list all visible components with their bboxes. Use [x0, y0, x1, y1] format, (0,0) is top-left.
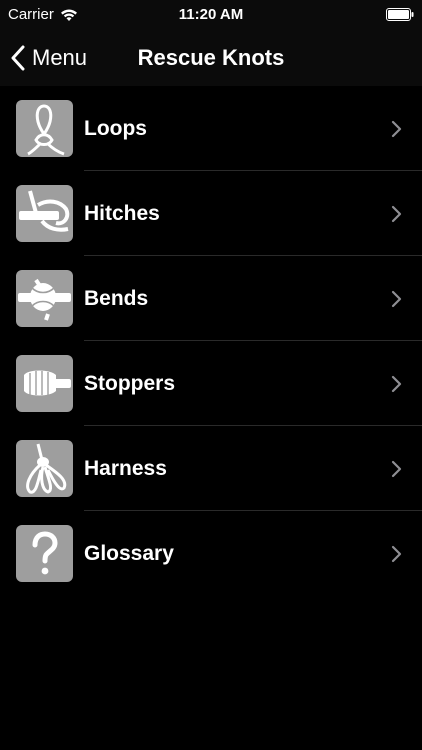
list-item-label: Loops [84, 117, 147, 140]
hitch-knot-icon [16, 185, 73, 242]
chevron-right-icon [391, 375, 402, 393]
chevron-right-icon [391, 205, 402, 223]
chevron-right-icon [391, 545, 402, 563]
bend-knot-icon [16, 270, 73, 327]
list-item-glossary[interactable]: Glossary [0, 511, 422, 596]
list-item-bends[interactable]: Bends [0, 256, 422, 341]
battery-icon [386, 8, 414, 21]
loop-knot-icon [16, 100, 73, 157]
chevron-right-icon [391, 460, 402, 478]
status-bar: Carrier 11:20 AM [0, 0, 422, 30]
list-item-label: Harness [84, 457, 167, 480]
harness-knot-icon [16, 440, 73, 497]
status-time: 11:20 AM [178, 6, 244, 23]
list-item-loops[interactable]: Loops [0, 86, 422, 171]
list-item-label: Bends [84, 287, 149, 310]
list-item-label: Glossary [84, 542, 174, 565]
knot-category-list: Loops Hitches Bends Stoppers Harness Glo… [0, 86, 422, 596]
chevron-right-icon [391, 290, 402, 308]
chevron-right-icon [391, 120, 402, 138]
stopper-knot-icon [16, 355, 73, 412]
page-title: Rescue Knots [137, 45, 285, 70]
list-item-label: Stoppers [84, 372, 176, 395]
list-item-harness[interactable]: Harness [0, 426, 422, 511]
question-mark-icon [16, 525, 73, 582]
list-item-stoppers[interactable]: Stoppers [0, 341, 422, 426]
list-item-label: Hitches [84, 202, 160, 225]
list-item-hitches[interactable]: Hitches [0, 171, 422, 256]
navigation-bar: Menu Rescue Knots [0, 30, 422, 86]
